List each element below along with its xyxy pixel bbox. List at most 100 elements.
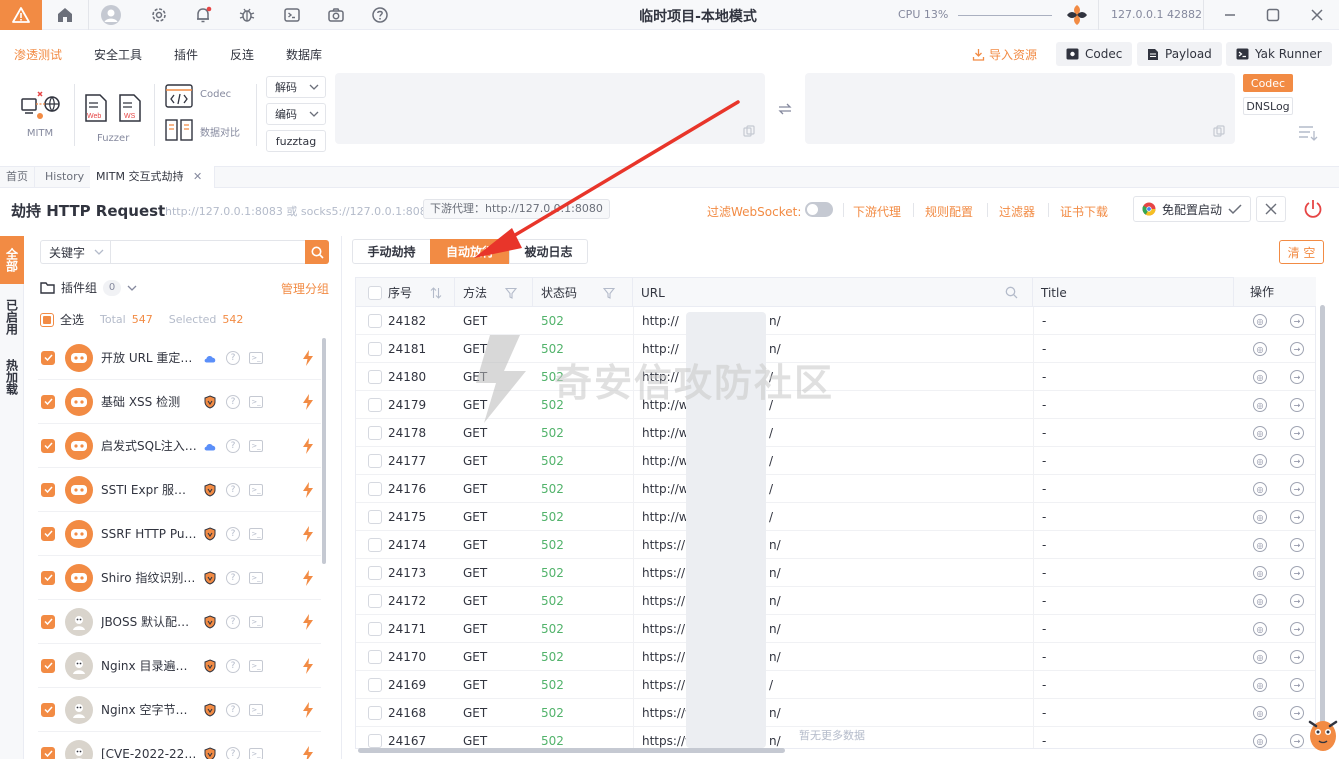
plugin-item[interactable]: 启发式SQL注入…? >_ <box>38 424 321 468</box>
swap-icon[interactable] <box>777 101 793 117</box>
mitm-tool[interactable]: MITM <box>18 88 62 139</box>
codec-tool-icon[interactable] <box>165 84 193 108</box>
bolt-icon[interactable] <box>301 526 315 542</box>
plugin-item[interactable]: 开放 URL 重定…? >_ <box>38 336 321 380</box>
table-row[interactable]: 24176 GET 502 http://w / - ◎ → <box>356 475 1315 503</box>
view-detail-icon[interactable]: ◎ <box>1253 594 1267 608</box>
col-status[interactable]: 状态码 <box>533 278 633 307</box>
header-checkbox[interactable] <box>368 285 382 300</box>
yak-engine-icon[interactable] <box>1066 4 1088 26</box>
list-menu-icon[interactable] <box>1298 124 1318 142</box>
arrow-right-icon[interactable]: → <box>1290 678 1304 692</box>
side-tab-all[interactable]: 全部 <box>0 236 24 284</box>
col-id[interactable]: 序号 <box>356 278 455 307</box>
tab-history[interactable]: History <box>39 166 92 188</box>
plugin-item[interactable]: Nginx 空字节代…? >_ <box>38 688 321 732</box>
fuzztag-button[interactable]: fuzztag <box>266 130 326 152</box>
bell-icon[interactable] <box>192 4 214 26</box>
bug-icon[interactable] <box>236 4 258 26</box>
arrow-right-icon[interactable]: → <box>1290 566 1304 580</box>
col-method[interactable]: 方法 <box>455 278 533 307</box>
row-checkbox[interactable] <box>368 454 382 468</box>
view-detail-icon[interactable]: ◎ <box>1253 678 1267 692</box>
arrow-right-icon[interactable]: → <box>1290 398 1304 412</box>
arrow-right-icon[interactable]: → <box>1290 734 1304 748</box>
terminal-icon[interactable]: >_ <box>249 615 263 628</box>
arrow-right-icon[interactable]: → <box>1290 454 1304 468</box>
plugin-list-scrollbar[interactable] <box>322 338 326 564</box>
table-row[interactable]: 24181 GET 502 http://n/- ◎ → <box>356 335 1315 363</box>
plugin-item[interactable]: 基础 XSS 检测? >_ <box>38 380 321 424</box>
plugin-checkbox[interactable] <box>41 614 55 629</box>
table-row[interactable]: 24169 GET 502 https:/// - ◎ → <box>356 671 1315 699</box>
menu-pentest[interactable]: 渗透测试 <box>14 46 62 63</box>
arrow-right-icon[interactable]: → <box>1290 370 1304 384</box>
bolt-icon[interactable] <box>301 482 315 498</box>
table-row[interactable]: 24171 GET 502 https://n/- ◎ → <box>356 615 1315 643</box>
view-detail-icon[interactable]: ◎ <box>1253 510 1267 524</box>
table-row[interactable]: 24173 GET 502 https://n/- ◎ → <box>356 559 1315 587</box>
filter-icon[interactable] <box>603 287 616 299</box>
row-checkbox[interactable] <box>368 622 382 636</box>
plugin-name[interactable]: SSTI Expr 服务… <box>101 481 197 498</box>
table-row[interactable]: 24175 GET 502 http://w / - ◎ → <box>356 503 1315 531</box>
plugin-group-select[interactable]: 插件组 0 <box>40 279 137 296</box>
import-resources-link[interactable]: 导入资源 <box>972 46 1037 63</box>
codec-tool-label[interactable]: Codec <box>200 89 231 100</box>
sort-icon[interactable] <box>430 286 442 299</box>
help-icon[interactable]: ? <box>226 482 240 497</box>
plugin-name[interactable]: 开放 URL 重定… <box>101 349 197 366</box>
bolt-icon[interactable] <box>301 614 315 630</box>
terminal-icon[interactable]: >_ <box>249 351 263 364</box>
row-checkbox[interactable] <box>368 650 382 664</box>
row-checkbox[interactable] <box>368 510 382 524</box>
manage-group-link[interactable]: 管理分组 <box>281 280 329 297</box>
plugin-item[interactable]: Shiro 指纹识别 …? >_ <box>38 556 321 600</box>
plugin-checkbox[interactable] <box>41 702 55 717</box>
col-url[interactable]: URL <box>633 278 1033 307</box>
data-compare-label[interactable]: 数据对比 <box>200 124 240 139</box>
filter-icon[interactable] <box>505 287 518 299</box>
bolt-icon[interactable] <box>301 746 315 759</box>
plugin-checkbox[interactable] <box>41 438 55 453</box>
view-detail-icon[interactable]: ◎ <box>1253 622 1267 636</box>
terminal-icon[interactable]: >_ <box>249 395 263 408</box>
filter-link[interactable]: 过滤器 <box>999 203 1035 220</box>
bolt-icon[interactable] <box>301 570 315 586</box>
view-detail-icon[interactable]: ◎ <box>1253 650 1267 664</box>
keyword-select[interactable]: 关键字 <box>40 240 110 264</box>
row-checkbox[interactable] <box>368 594 382 608</box>
help-icon[interactable]: ? <box>226 702 240 717</box>
tab-close-icon[interactable]: ✕ <box>193 170 202 183</box>
plugin-name[interactable]: [CVE-2022-2296… <box>101 747 197 759</box>
tab-passive-log[interactable]: 被动日志 <box>509 239 588 264</box>
plugin-name[interactable]: 基础 XSS 检测 <box>101 393 197 410</box>
plugin-name[interactable]: Nginx 目录遍历… <box>101 657 197 674</box>
table-row[interactable]: 24177 GET 502 http://w / - ◎ → <box>356 447 1315 475</box>
gear-icon[interactable] <box>148 4 170 26</box>
plugin-name[interactable]: SSRF HTTP Public <box>101 527 197 541</box>
table-row[interactable]: 24179 GET 502 http://w / - ◎ → <box>356 391 1315 419</box>
row-checkbox[interactable] <box>368 370 382 384</box>
menu-security-tools[interactable]: 安全工具 <box>94 46 142 63</box>
codec-input-area[interactable] <box>335 73 765 144</box>
menu-plugins[interactable]: 插件 <box>174 46 198 63</box>
view-detail-icon[interactable]: ◎ <box>1253 706 1267 720</box>
terminal-icon[interactable]: >_ <box>249 659 263 672</box>
row-checkbox[interactable] <box>368 482 382 496</box>
arrow-right-icon[interactable]: → <box>1290 510 1304 524</box>
row-checkbox[interactable] <box>368 566 382 580</box>
yak-runner-button[interactable]: Yak Runner <box>1226 42 1332 66</box>
view-detail-icon[interactable]: ◎ <box>1253 566 1267 580</box>
tab-manual-hijack[interactable]: 手动劫持 <box>352 239 431 264</box>
rule-config-link[interactable]: 规则配置 <box>925 203 973 220</box>
table-horizontal-scrollbar[interactable] <box>358 748 785 753</box>
help-icon[interactable]: ? <box>226 350 240 365</box>
minimize-icon[interactable] <box>1219 4 1241 26</box>
table-row[interactable]: 24182 GET 502 http://n/- ◎ → <box>356 307 1315 335</box>
help-icon[interactable] <box>369 4 391 26</box>
plugin-checkbox[interactable] <box>41 658 55 673</box>
arrow-right-icon[interactable]: → <box>1290 426 1304 440</box>
decode-select[interactable]: 解码 <box>266 76 326 98</box>
table-row[interactable]: 24178 GET 502 http://w / - ◎ → <box>356 419 1315 447</box>
